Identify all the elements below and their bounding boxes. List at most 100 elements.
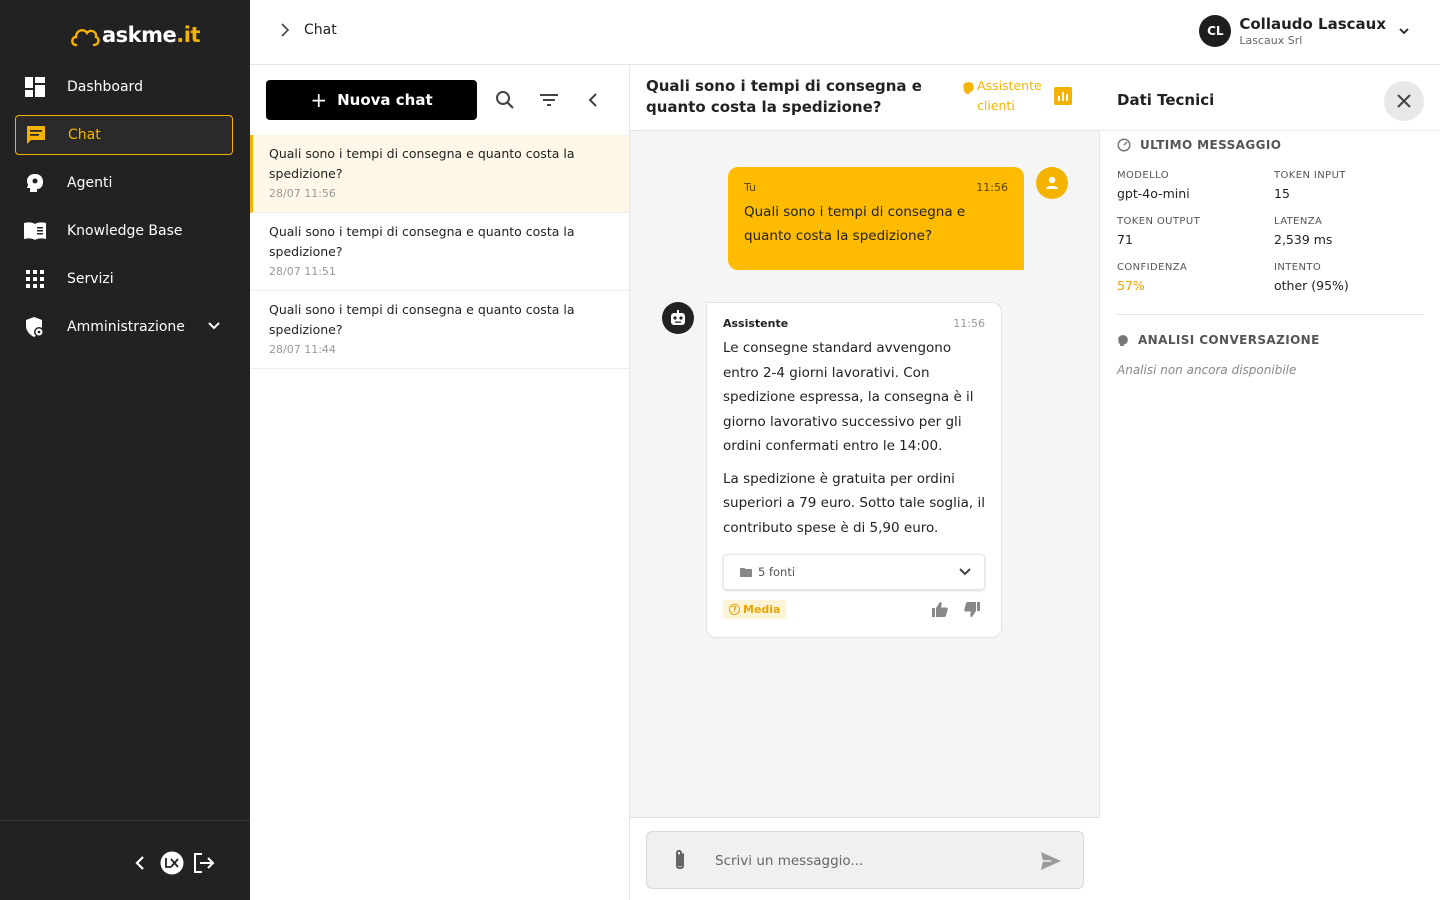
chevron-down-icon[interactable] (207, 319, 221, 333)
thumbs-up-icon[interactable] (931, 601, 949, 619)
book-icon (23, 219, 47, 243)
conversation-header: Quali sono i tempi di consegna e quanto … (630, 65, 1100, 131)
sidebar-item-label: Knowledge Base (67, 223, 183, 239)
sidebar-item-label: Servizi (67, 271, 114, 287)
chat-item-date: 28/07 11:51 (269, 265, 336, 278)
chat-list: Quali sono i tempi di consegna e quanto … (250, 135, 629, 369)
sidebar-item-servizi[interactable]: Servizi (15, 259, 233, 299)
conversation-pane: Quali sono i tempi di consegna e quanto … (630, 65, 1100, 900)
sidebar-item-label: Amministrazione (67, 319, 185, 335)
collapse-icon[interactable] (128, 851, 152, 875)
list-item[interactable]: Quali sono i tempi di consegna e quanto … (250, 291, 629, 369)
breadcrumb: Chat (280, 22, 337, 38)
chevron-left-icon[interactable] (582, 89, 604, 111)
section-heading-label: ANALISI CONVERSAZIONE (1138, 333, 1320, 347)
field-value: other (95%) (1274, 278, 1349, 293)
field-value: gpt-4o-mini (1117, 186, 1190, 201)
message-time: 11:56 (953, 317, 985, 330)
field-value: 71 (1117, 232, 1133, 247)
logo-wordmark: askme.it (102, 23, 200, 47)
dashboard-icon (23, 75, 47, 99)
paperclip-icon[interactable] (669, 849, 691, 873)
message-paragraph: La spedizione è gratuita per ordini supe… (723, 470, 985, 536)
user-message: Tu 11:56 Quali sono i tempi di consegna … (728, 167, 1024, 270)
message-paragraph: Le consegne standard avvengono entro 2-4… (723, 340, 974, 454)
top-bar: Chat CL Collaudo Lascaux Lascaux Srl (250, 0, 1440, 65)
field-model: MODELLO gpt-4o-mini (1117, 170, 1267, 201)
search-icon[interactable] (494, 89, 516, 111)
agent-head-icon (963, 82, 974, 94)
confidence-badge: ? Media (723, 600, 787, 619)
help-circle-icon: ? (729, 604, 740, 615)
panel-title: Dati Tecnici (1117, 91, 1215, 109)
user-info: Collaudo Lascaux Lascaux Srl (1239, 15, 1386, 47)
field-token-output: TOKEN OUTPUT 71 (1117, 216, 1267, 247)
speedometer-icon (1117, 138, 1131, 152)
chat-item-date: 28/07 11:44 (269, 343, 336, 356)
message-header: Assistente 11:56 (723, 317, 985, 330)
field-key: TOKEN INPUT (1274, 170, 1346, 181)
list-item[interactable]: Quali sono i tempi di consegna e quanto … (250, 135, 629, 213)
chat-icon (24, 123, 48, 147)
message-text: Le consegne standard avvengono entro 2-4… (723, 336, 985, 540)
chat-list-pane: + Nuova chat Quali sono i tempi di conse… (250, 65, 630, 900)
bot-avatar-icon (662, 302, 694, 334)
field-value: 15 (1274, 186, 1290, 201)
sidebar-item-agenti[interactable]: Agenti (15, 163, 233, 203)
new-chat-button[interactable]: + Nuova chat (266, 80, 477, 120)
divider (1100, 130, 1440, 131)
filter-icon[interactable] (538, 89, 560, 111)
feedback-buttons (931, 601, 981, 619)
field-key: INTENTO (1274, 262, 1322, 273)
agent-head-icon (23, 171, 47, 195)
composer-area (630, 817, 1100, 900)
field-value: 57% (1117, 278, 1145, 293)
field-value: 2,539 ms (1274, 232, 1333, 247)
field-latency: LATENZA 2,539 ms (1274, 216, 1424, 247)
confidence-label: Media (743, 603, 781, 616)
app-logo[interactable]: askme.it (70, 20, 200, 50)
agent-tag[interactable]: Assistente clienti (962, 76, 1043, 116)
conversation-title: Quali sono i tempi di consegna e quanto … (646, 77, 922, 116)
chevron-down-icon (959, 568, 971, 576)
logout-icon[interactable] (192, 851, 216, 875)
stats-toggle-button[interactable] (1054, 87, 1072, 105)
sources-dropdown[interactable]: 5 fonti (723, 554, 985, 590)
thumbs-down-icon[interactable] (963, 601, 981, 619)
send-icon[interactable] (1039, 849, 1063, 873)
user-menu[interactable]: CL Collaudo Lascaux Lascaux Srl (1199, 15, 1410, 47)
sidebar-item-dashboard[interactable]: Dashboard (15, 67, 233, 107)
message-footer: ? Media (723, 600, 985, 619)
message-author: Assistente (723, 317, 789, 330)
divider (1117, 314, 1424, 315)
agent-label: Assistente clienti (977, 78, 1042, 113)
sidebar-item-amministrazione[interactable]: Amministrazione (15, 307, 233, 347)
analysis-empty-text: Analisi non ancora disponibile (1117, 363, 1297, 377)
agent-head-icon (1118, 334, 1128, 346)
chevron-down-icon[interactable] (1398, 25, 1410, 37)
sidebar-item-label: Agenti (67, 175, 113, 191)
folder-icon (740, 568, 752, 577)
cloud-logo-icon (71, 29, 100, 47)
lx-badge-icon[interactable] (160, 851, 184, 875)
technical-data-panel: Dati Tecnici ULTIMO MESSAGGIO MODELLO gp… (1100, 65, 1440, 900)
close-button[interactable] (1384, 81, 1424, 121)
field-intent: INTENTO other (95%) (1274, 262, 1424, 293)
section-heading-label: ULTIMO MESSAGGIO (1140, 138, 1282, 152)
message-time: 11:56 (976, 181, 1008, 194)
plus-icon: + (310, 88, 328, 112)
field-key: CONFIDENZA (1117, 262, 1188, 273)
breadcrumb-current[interactable]: Chat (304, 22, 337, 38)
field-confidence: CONFIDENZA 57% (1117, 262, 1267, 293)
user-org: Lascaux Srl (1239, 34, 1303, 47)
message-author: Tu (744, 181, 757, 194)
sidebar-item-chat[interactable]: Chat (15, 115, 233, 155)
avatar: CL (1199, 15, 1232, 47)
message-input[interactable] (715, 848, 1015, 874)
list-item[interactable]: Quali sono i tempi di consegna e quanto … (250, 213, 629, 291)
sidebar-item-knowledge-base[interactable]: Knowledge Base (15, 211, 233, 251)
sidebar-item-label: Chat (68, 127, 101, 143)
field-key: MODELLO (1117, 170, 1169, 181)
message-header: Tu 11:56 (744, 181, 1008, 194)
sidebar: askme.it Dashboard Chat Agenti Knowledge… (0, 0, 250, 900)
